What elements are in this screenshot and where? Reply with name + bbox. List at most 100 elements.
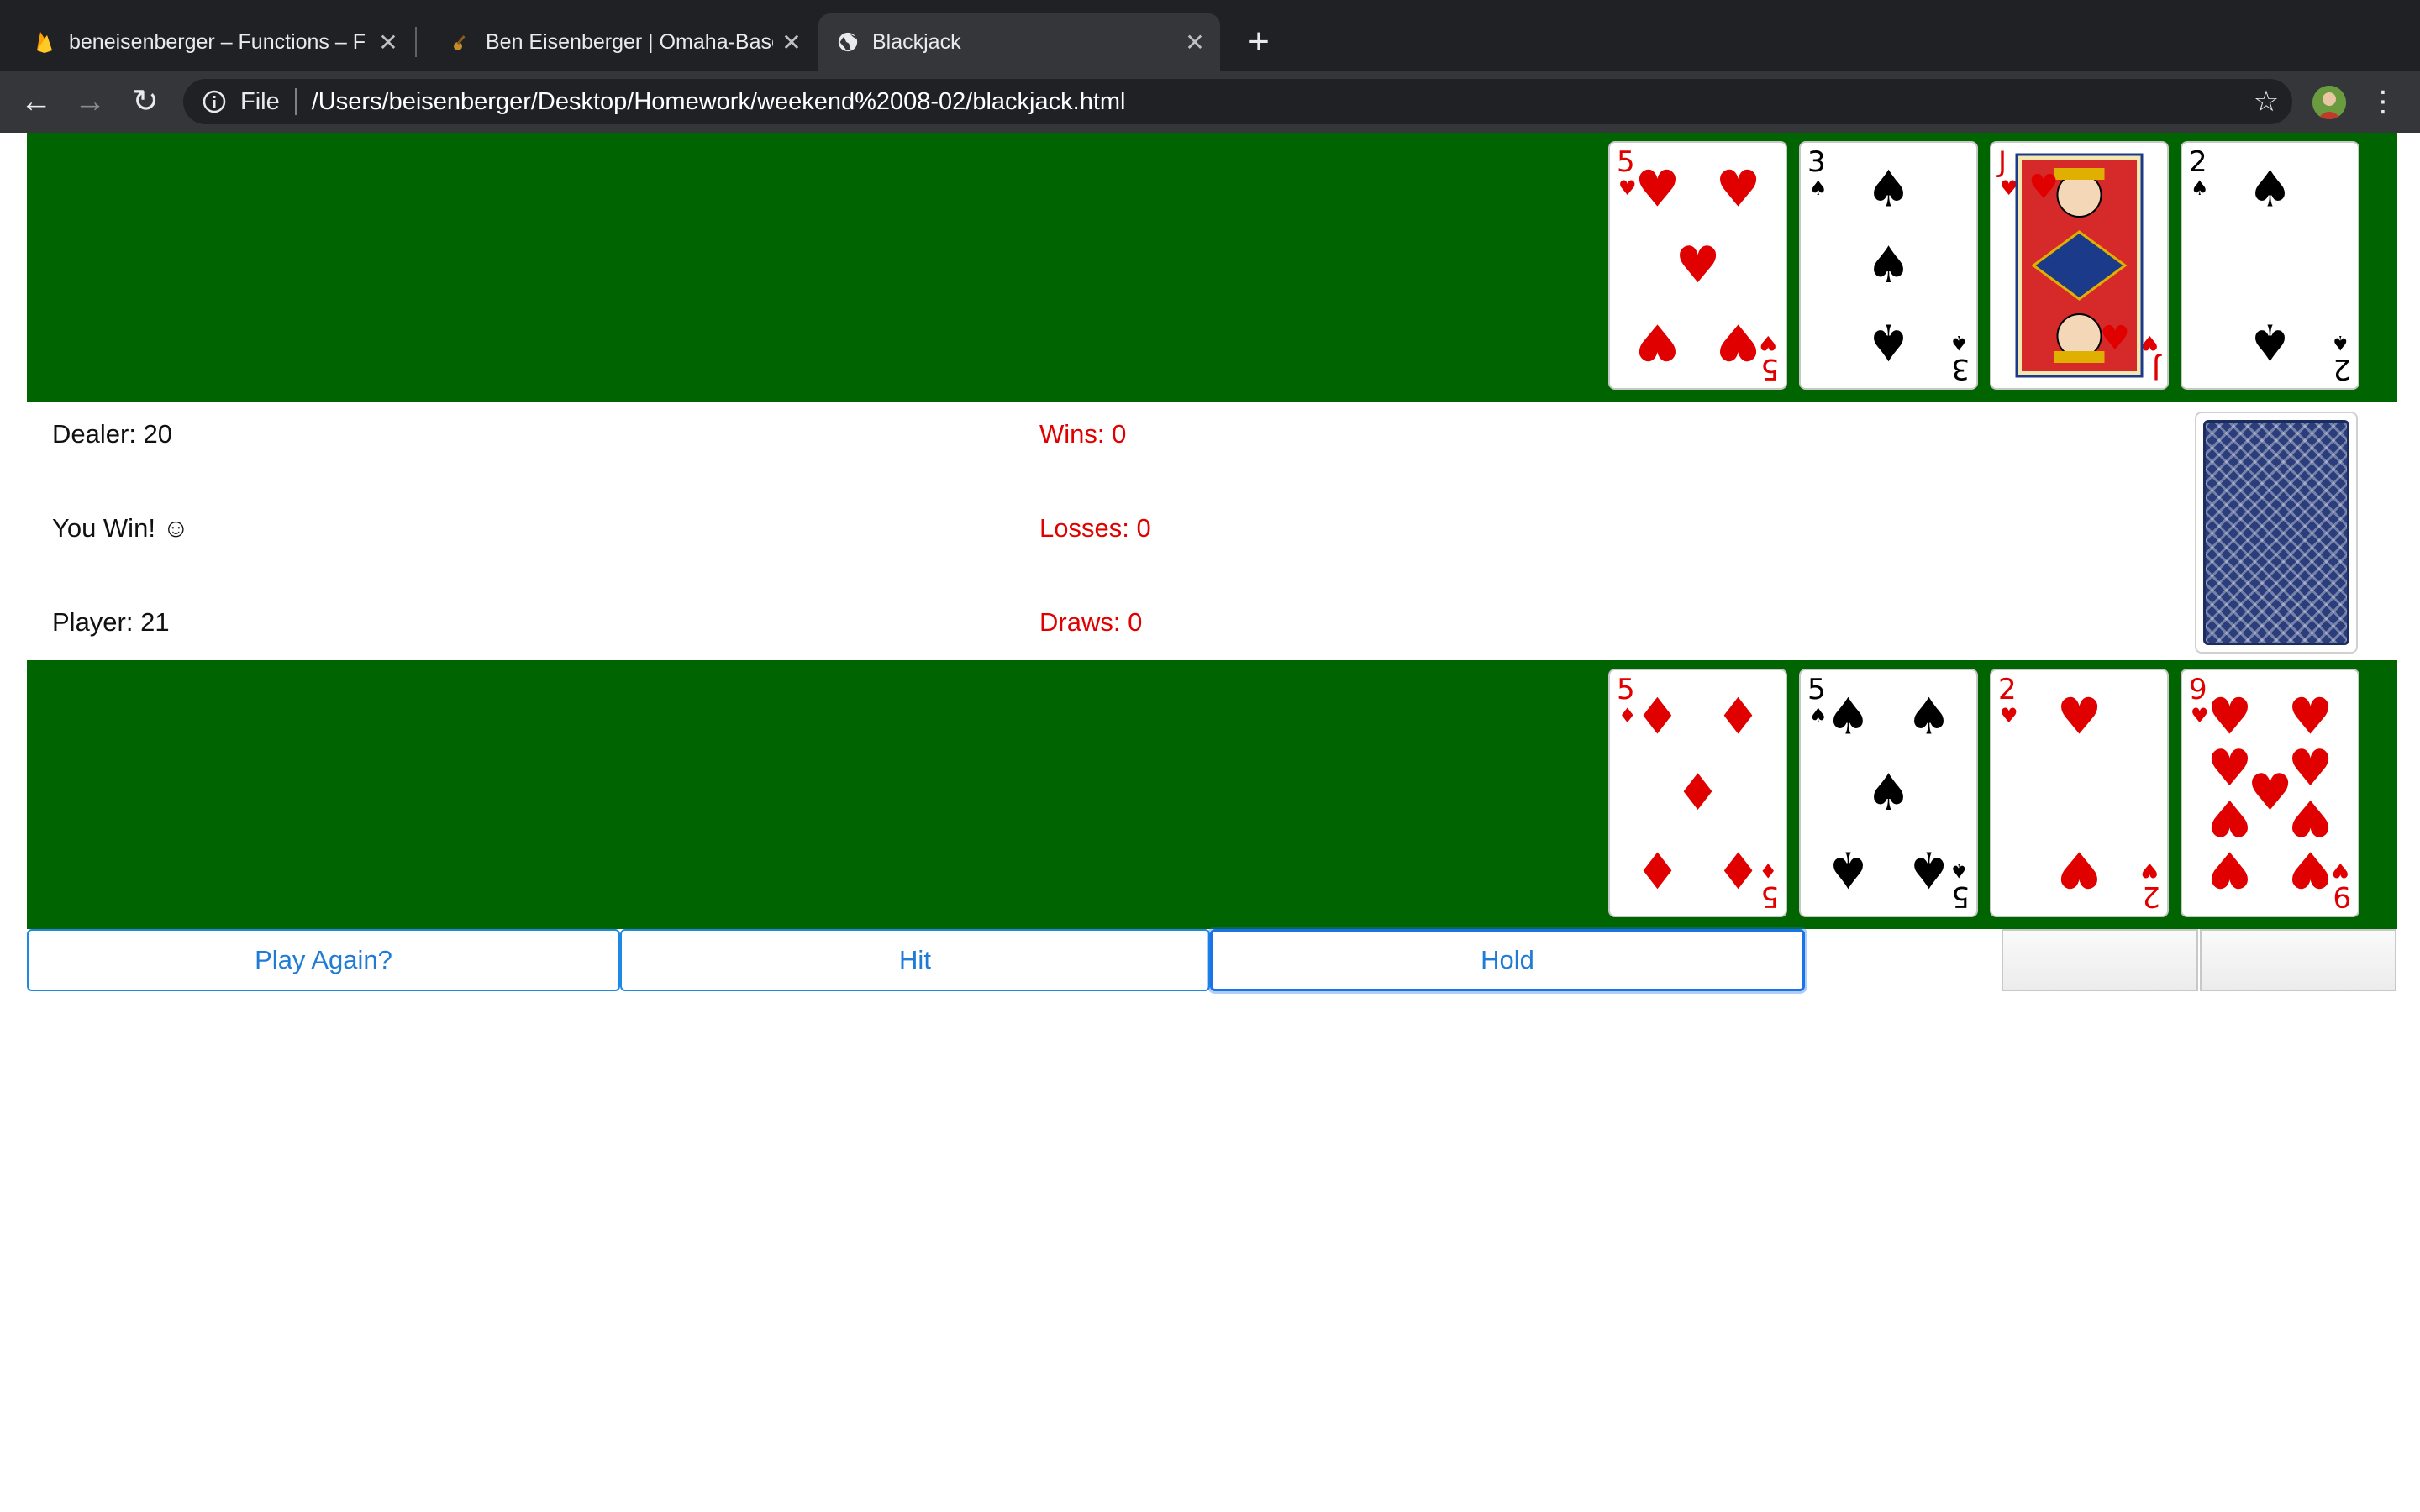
card-pip-icon: ♠	[1866, 312, 1912, 371]
card-suit-icon: ♥	[2140, 858, 2159, 882]
card-suit-icon: ♥	[2191, 704, 2209, 727]
card-suit-icon: ♥	[2000, 176, 2018, 200]
playing-card-face: 2♥2♥♥♥	[1998, 673, 2160, 913]
tab-title: Ben Eisenberger | Omaha-Base	[486, 29, 773, 54]
blank-slot	[2200, 929, 2396, 991]
card-rank: 5	[1617, 673, 1635, 706]
card-pip-icon: ♥	[1716, 160, 1761, 218]
game-result: You Win! ☺	[52, 513, 190, 543]
card-pip-icon: ♥	[2248, 764, 2293, 822]
dealer-card: 3 ♠ 3 ♠ ♠ ♠ ♠	[1799, 141, 1978, 390]
forward-icon[interactable]: →	[69, 81, 111, 123]
url-scheme: File	[240, 87, 280, 115]
play-again-button[interactable]: Play Again?	[27, 929, 620, 991]
card-suit-icon: ♠	[1949, 858, 1968, 882]
card-rank: 5	[1617, 145, 1635, 179]
player-card: 5 ♦ 5 ♦ ♦ ♦ ♦ ♦ ♦	[1608, 669, 1787, 917]
tab-title: beneisenberger – Functions – F	[69, 29, 366, 54]
wins-count: Wins: 0	[1039, 419, 1127, 449]
tab-strip: beneisenberger – Functions – F ✕ Ben Eis…	[0, 0, 2420, 71]
close-icon[interactable]: ✕	[773, 29, 810, 56]
card-rank: 5	[1951, 879, 1970, 913]
bookmark-star-icon[interactable]: ☆	[2245, 79, 2287, 124]
card-pip-icon: ♥	[2057, 687, 2102, 746]
card-pip-icon: ♦	[1716, 687, 1761, 746]
card-suit-icon: ♠	[1809, 704, 1828, 727]
card-pip-icon: ♠	[1826, 840, 1871, 899]
hold-button[interactable]: Hold	[1210, 929, 1805, 991]
card-rank: 3	[1951, 352, 1970, 386]
guitar-icon	[450, 31, 472, 53]
playing-card-face: 9♥9♥♥ ♥♥ ♥♥♥ ♥♥ ♥	[2189, 673, 2351, 913]
card-pip-icon: ♠	[2248, 312, 2293, 371]
card-rank: J	[1996, 145, 2007, 179]
jack-hat	[2054, 168, 2105, 180]
dealer-score: Dealer: 20	[52, 419, 173, 449]
dealer-card: 5 ♥ 5 ♥ ♥ ♥ ♥ ♥ ♥	[1608, 141, 1787, 390]
back-icon[interactable]: ←	[15, 81, 57, 123]
card-pip-icon: ♠	[1907, 840, 1952, 899]
draws-count: Draws: 0	[1039, 607, 1143, 637]
card-rank: 2	[2189, 145, 2207, 179]
playing-card-face: 5♥5♥♥ ♥♥♥ ♥	[1617, 145, 1779, 386]
tab-functions[interactable]: beneisenberger – Functions – F ✕	[0, 13, 413, 71]
firebase-icon	[34, 31, 55, 53]
close-icon[interactable]: ✕	[370, 29, 407, 56]
playing-card-face: J♥J♥♥♥	[1996, 145, 2162, 386]
card-pip-icon: ♥	[2288, 687, 2333, 746]
card-deck[interactable]	[2195, 412, 2358, 654]
card-rank: J	[2152, 352, 2162, 386]
card-suit-icon: ♠	[2191, 176, 2209, 200]
profile-avatar[interactable]	[2312, 86, 2346, 119]
divider	[294, 88, 297, 115]
card-rank: 5	[1760, 879, 1779, 913]
card-pip-icon: ♠	[2248, 160, 2293, 218]
card-back-pattern	[2203, 420, 2349, 645]
tab-title: Blackjack	[872, 29, 961, 54]
card-pip-icon: ♠	[1866, 236, 1912, 295]
card-pip-icon: ♥	[2028, 168, 2059, 207]
card-pip-icon: ♠	[1866, 160, 1912, 218]
card-rank: 9	[2333, 879, 2351, 913]
address-bar[interactable]: File /Users/beisenberger/Desktop/Homewor…	[183, 79, 2292, 124]
hit-button[interactable]: Hit	[620, 929, 1210, 991]
new-tab-button[interactable]: +	[1235, 20, 1282, 67]
url-text[interactable]: /Users/beisenberger/Desktop/Homework/wee…	[312, 88, 1126, 116]
card-pip-icon: ♥	[2207, 788, 2253, 847]
tab-omaha-base[interactable]: Ben Eisenberger | Omaha-Base ✕	[417, 13, 817, 71]
card-rank: 9	[2189, 673, 2207, 706]
card-pip-icon: ♥	[2288, 788, 2333, 847]
more-menu-icon[interactable]: ⋮	[2366, 81, 2400, 123]
card-suit-icon: ♠	[1949, 331, 1968, 354]
blank-slot	[2002, 929, 2198, 991]
close-icon[interactable]: ✕	[1176, 29, 1213, 56]
card-suit-icon: ♦	[1759, 858, 1777, 882]
card-pip-icon: ♥	[2288, 840, 2333, 899]
card-pip-icon: ♥	[2057, 840, 2102, 899]
playing-card-face: 2♠2♠♠♠	[2189, 145, 2351, 386]
tab-blackjack[interactable]: Blackjack ✕	[818, 13, 1220, 71]
info-icon[interactable]	[200, 87, 229, 116]
card-suit-icon: ♥	[1618, 176, 1637, 200]
player-score: Player: 21	[52, 607, 170, 637]
dealer-card: J ♥ J ♥ ♥ ♥	[1990, 141, 2169, 390]
card-pip-icon: ♥	[1716, 312, 1761, 371]
card-pip-icon: ♦	[1676, 764, 1721, 822]
player-card: 5 ♠ 5 ♠ ♠ ♠ ♠ ♠ ♠	[1799, 669, 1978, 917]
card-rank: 3	[1807, 145, 1826, 179]
jack-hat	[2054, 351, 2105, 363]
losses-count: Losses: 0	[1039, 513, 1151, 543]
card-pip-icon: ♥	[2100, 319, 2130, 358]
card-pip-icon: ♠	[1907, 687, 1952, 746]
playing-card-face: 3♠3♠♠♠♠	[1807, 145, 1970, 386]
card-suit-icon: ♠	[1809, 176, 1828, 200]
card-suit-icon: ♥	[2331, 858, 2349, 882]
globe-icon	[837, 31, 859, 53]
reload-icon[interactable]: ↻	[124, 81, 166, 123]
player-card: 2 ♥ 2 ♥ ♥ ♥	[1990, 669, 2169, 917]
card-rank: 5	[1807, 673, 1826, 706]
card-pip-icon: ♠	[1826, 687, 1871, 746]
card-pip-icon: ♦	[1635, 687, 1681, 746]
card-suit-icon: ♥	[1759, 331, 1777, 354]
browser-toolbar: ← → ↻ File /Users/beisenberger/Desktop/H…	[0, 71, 2420, 133]
